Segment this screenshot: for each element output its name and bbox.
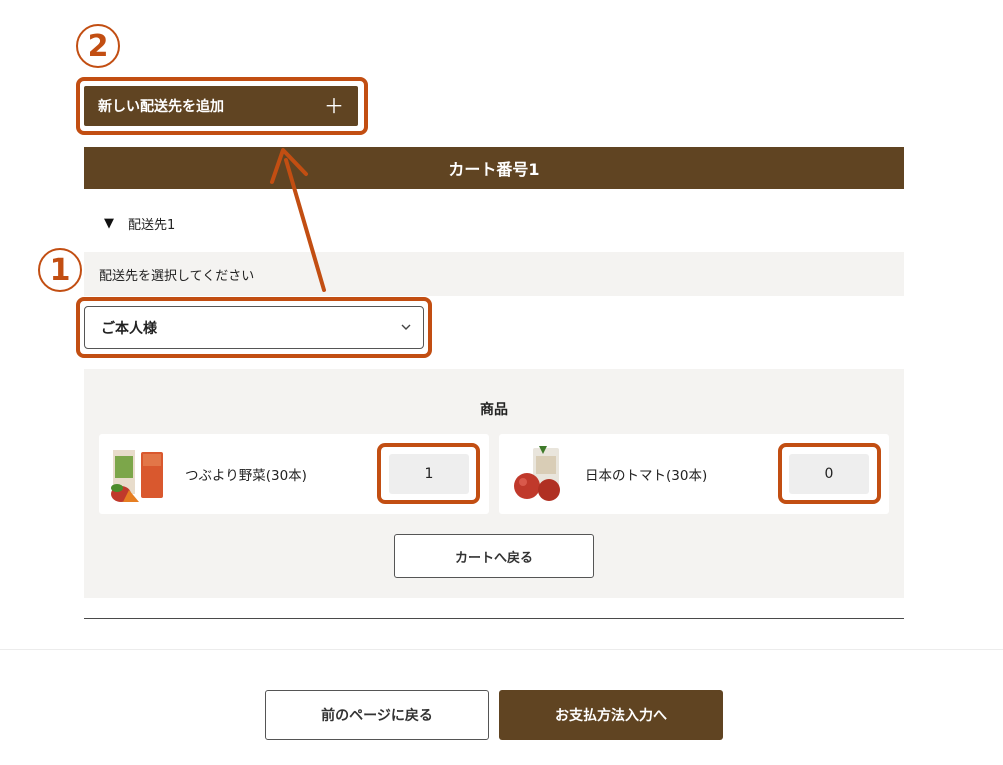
divider xyxy=(84,618,904,619)
select-address-label: 配送先を選択してください xyxy=(99,269,255,284)
back-to-cart-button[interactable]: カートへ戻る xyxy=(394,534,594,578)
highlight-quantity-1 xyxy=(377,443,480,504)
highlight-quantity-2 xyxy=(778,443,881,504)
product-name: 日本のトマト(30本) xyxy=(585,468,708,484)
previous-page-button[interactable]: 前のページに戻る xyxy=(265,690,489,740)
step-number-2: 2 xyxy=(76,24,120,68)
cart-header: カート番号1 xyxy=(84,147,904,189)
triangle-down-icon: ▼ xyxy=(104,216,114,231)
products-title: 商品 xyxy=(480,402,508,418)
product-name: つぶより野菜(30本) xyxy=(185,468,307,484)
highlight-address-select xyxy=(76,297,432,358)
divider xyxy=(0,649,1003,650)
vegetable-juice-product-image xyxy=(109,444,169,504)
address-toggle[interactable]: ▼ 配送先1 xyxy=(104,214,175,233)
cart-header-title: カート番号1 xyxy=(448,160,540,179)
tomato-juice-product-image xyxy=(509,444,569,504)
proceed-to-payment-button[interactable]: お支払方法入力へ xyxy=(499,690,723,740)
highlight-add-address xyxy=(76,77,368,135)
step-number-1: 1 xyxy=(38,248,82,292)
address-toggle-label: 配送先1 xyxy=(128,218,176,233)
